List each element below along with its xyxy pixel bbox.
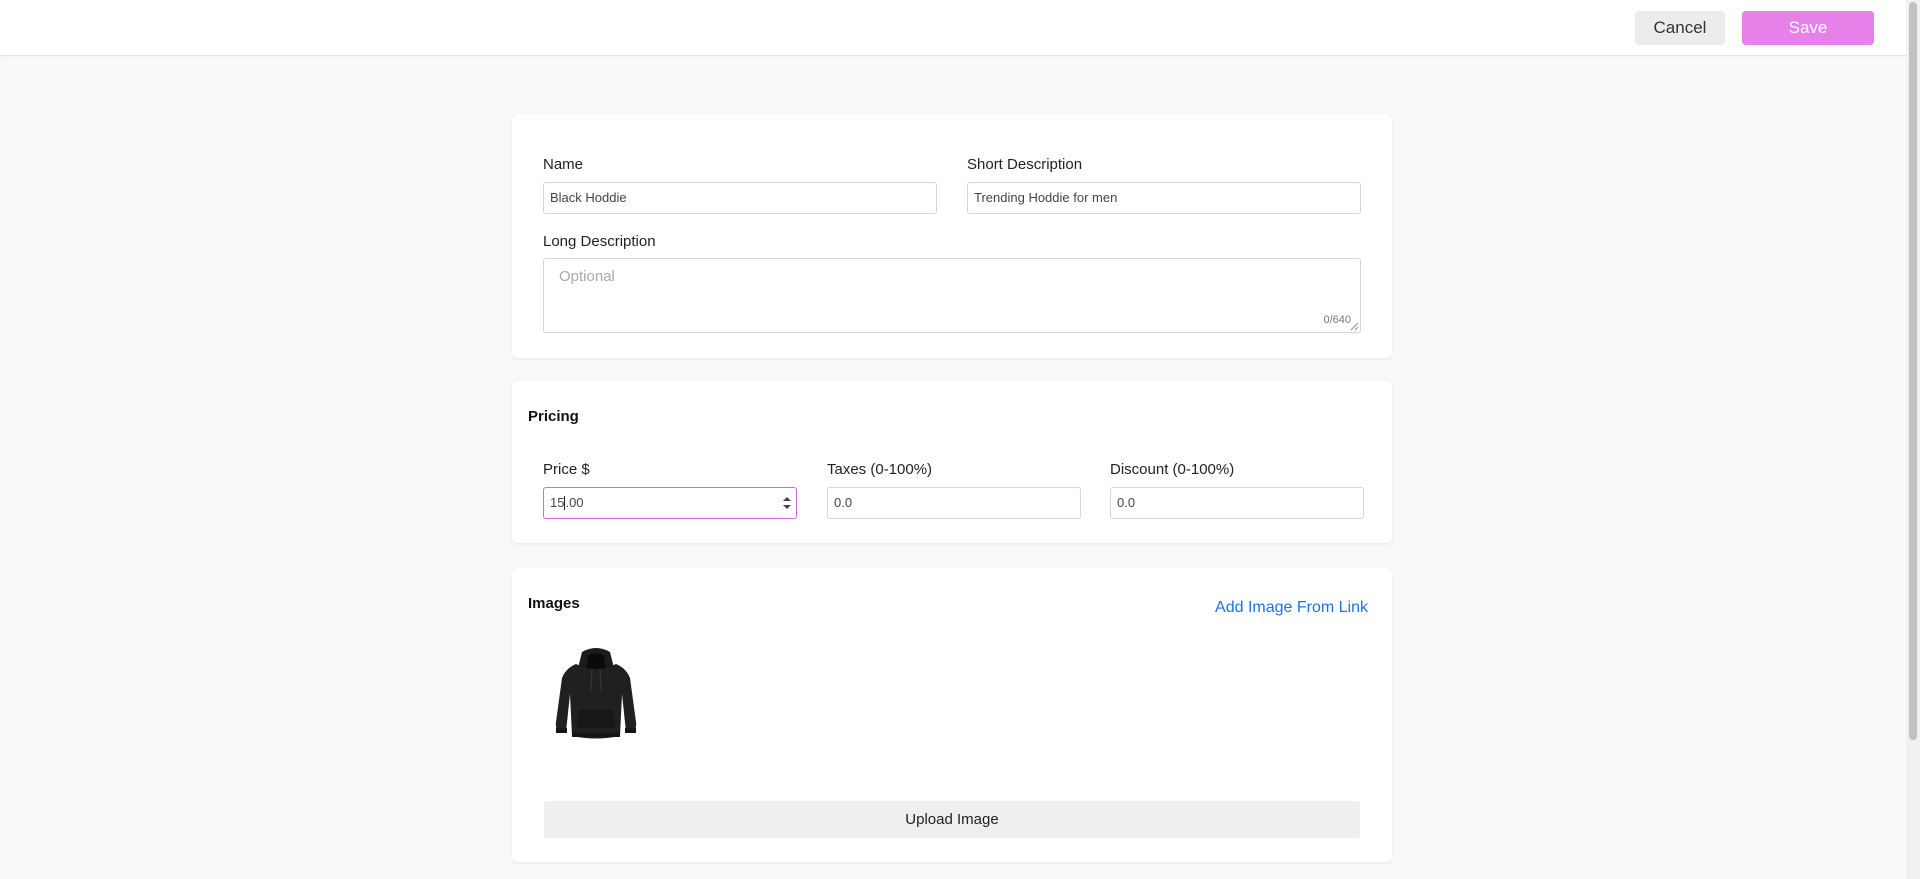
page-scrollbar-thumb[interactable] xyxy=(1909,2,1917,740)
name-input[interactable]: Black Hoddie xyxy=(543,182,937,214)
top-bar: Cancel Save xyxy=(0,0,1906,56)
price-label: Price $ xyxy=(543,461,590,478)
hoodie-image[interactable] xyxy=(546,642,646,742)
upload-image-button[interactable]: Upload Image xyxy=(544,801,1360,838)
short-description-label: Short Description xyxy=(967,156,1083,173)
long-description-placeholder: Optional xyxy=(559,268,615,285)
images-card: Images Add Image From Link Upload Image xyxy=(512,568,1392,862)
pricing-card: Pricing Price $ 15.00 Taxes (0-100%) 0.0… xyxy=(512,381,1392,543)
taxes-input[interactable]: 0.0 xyxy=(827,487,1081,519)
short-description-input[interactable]: Trending Hoddie for men xyxy=(967,182,1361,214)
images-title: Images xyxy=(528,595,580,612)
save-button[interactable]: Save xyxy=(1742,11,1874,45)
character-counter: 0/640 xyxy=(1323,314,1351,326)
discount-label: Discount (0-100%) xyxy=(1110,461,1235,478)
taxes-label: Taxes (0-100%) xyxy=(827,461,933,478)
price-value-decimal: .00 xyxy=(565,495,584,510)
product-details-card: Name Black Hoddie Short Description Tren… xyxy=(512,114,1392,358)
price-value-integer: 15 xyxy=(550,495,565,510)
cancel-button[interactable]: Cancel xyxy=(1635,11,1725,45)
number-spinner-icon[interactable] xyxy=(782,494,792,512)
price-input[interactable]: 15.00 xyxy=(543,487,797,519)
name-label: Name xyxy=(543,156,584,173)
long-description-label: Long Description xyxy=(543,233,656,250)
discount-input[interactable]: 0.0 xyxy=(1110,487,1364,519)
add-image-from-link[interactable]: Add Image From Link xyxy=(1215,599,1368,617)
long-description-textarea[interactable]: Optional 0/640 xyxy=(543,258,1361,333)
resize-handle-icon[interactable] xyxy=(1350,322,1359,331)
pricing-title: Pricing xyxy=(528,408,579,425)
